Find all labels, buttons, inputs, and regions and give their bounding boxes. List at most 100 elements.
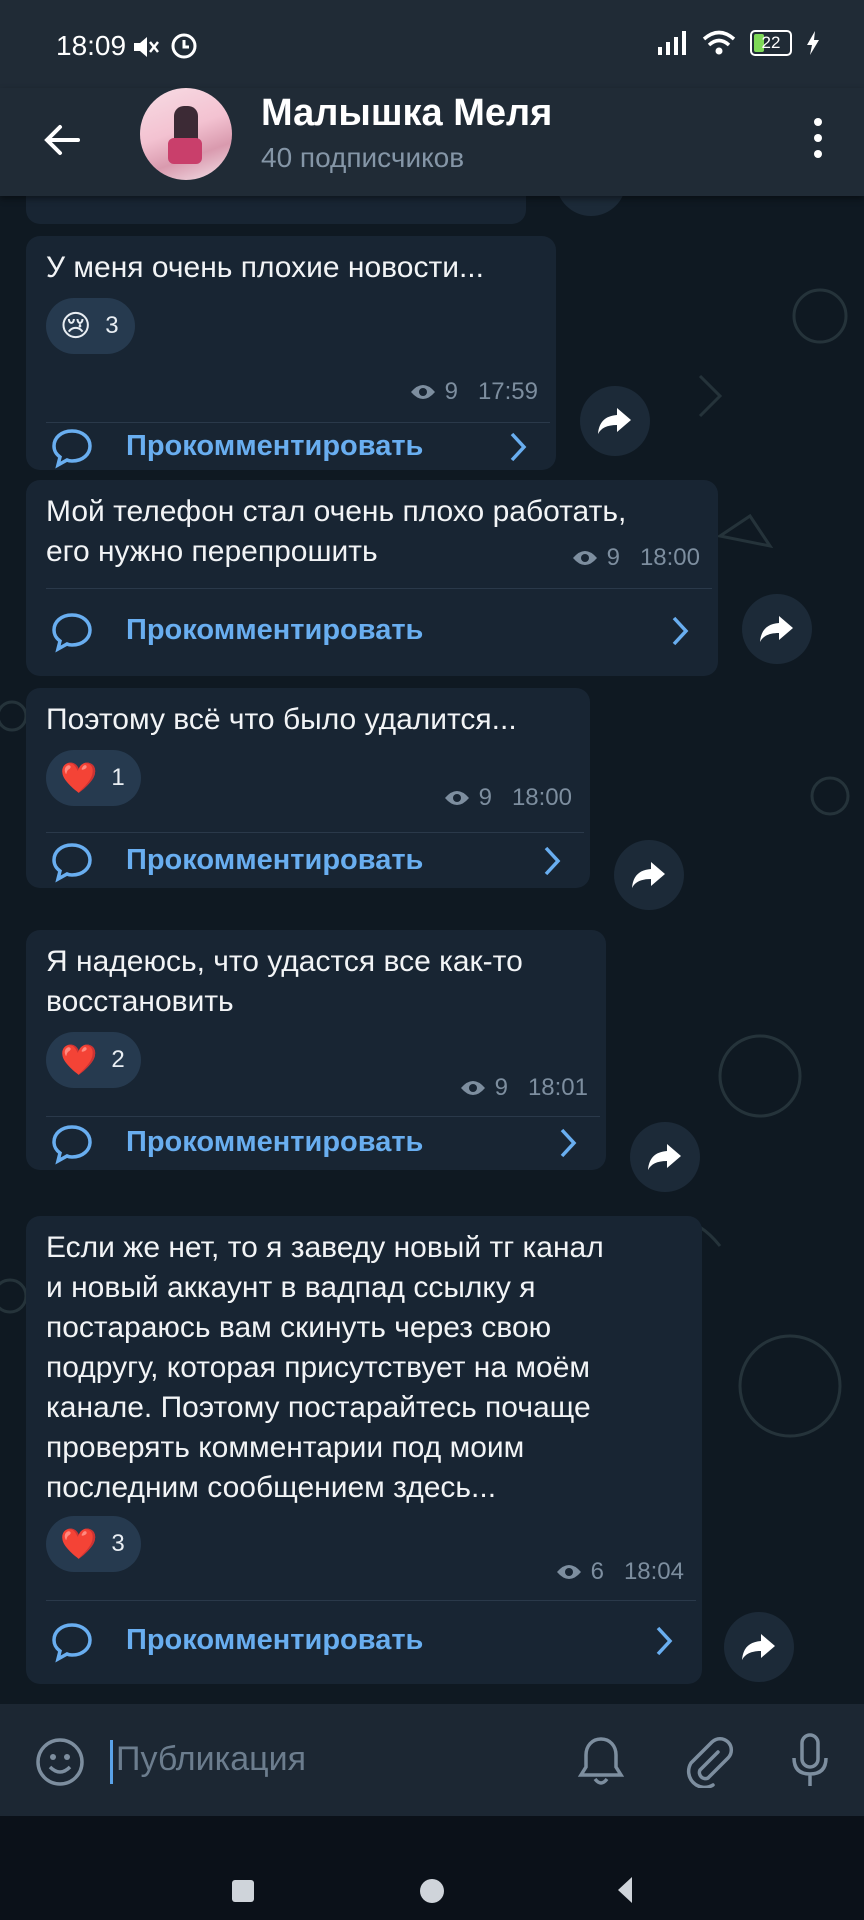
alarm-icon <box>171 33 197 59</box>
comment-button[interactable]: Прокомментировать <box>26 590 718 670</box>
wifi-icon <box>702 30 736 55</box>
channel-post[interactable]: Мой телефон стал очень плохо работать, е… <box>26 480 718 676</box>
comment-button[interactable]: Прокомментировать <box>26 834 590 888</box>
comment-label: Прокомментировать <box>126 614 424 646</box>
divider <box>46 1116 600 1117</box>
chevron-right-icon <box>672 616 689 646</box>
channel-post[interactable]: У меня очень плохие новости... 😢 3 9 17:… <box>26 236 556 470</box>
eye-icon <box>572 551 597 565</box>
channel-post[interactable]: Если же нет, то я заведу новый тг канал … <box>26 1216 702 1684</box>
battery-indicator: 22 <box>750 30 792 56</box>
view-count: 9 <box>606 544 620 571</box>
reaction-count: 2 <box>111 1046 125 1073</box>
reaction-count: 3 <box>111 1530 125 1557</box>
status-time: 18:09 <box>56 30 127 61</box>
post-time: 17:59 <box>477 378 538 405</box>
post-text: У меня очень плохие новости... <box>46 251 484 284</box>
comment-label: Прокомментировать <box>126 1126 424 1158</box>
comment-icon <box>52 429 92 469</box>
comment-icon <box>52 843 92 883</box>
system-nav-bar <box>0 1816 864 1920</box>
reaction-count: 3 <box>105 312 119 339</box>
message-input[interactable]: Публикация <box>110 1732 530 1788</box>
reaction-emoji: 😢 <box>60 309 92 343</box>
post-time: 18:04 <box>623 1558 684 1585</box>
post-text: Я надеюсь, что удастся все как-то восста… <box>46 945 523 1018</box>
bell-icon[interactable] <box>576 1734 626 1788</box>
chevron-right-icon <box>560 1128 577 1158</box>
comment-label: Прокомментировать <box>126 844 424 876</box>
post-meta: 9 18:01 <box>459 1074 588 1102</box>
comment-icon <box>52 1125 92 1165</box>
share-arrow-icon <box>598 408 631 434</box>
microphone-icon[interactable] <box>790 1732 830 1790</box>
share-arrow-icon <box>648 1144 681 1170</box>
chevron-right-icon <box>544 846 561 876</box>
reaction-emoji: ❤️ <box>60 1043 98 1077</box>
channel-post[interactable]: Я надеюсь, что удастся все как-то восста… <box>26 930 606 1170</box>
subscriber-count: 40 подписчиков <box>261 142 465 173</box>
eye-icon <box>444 791 469 805</box>
comment-label: Прокомментировать <box>126 430 424 462</box>
post-meta: 9 17:59 <box>409 378 538 406</box>
post-meta: 6 18:04 <box>555 1558 684 1586</box>
reaction-count: 1 <box>111 764 125 791</box>
share-button[interactable] <box>724 1612 794 1682</box>
share-arrow-icon <box>742 1634 775 1660</box>
comment-label: Прокомментировать <box>126 1624 424 1656</box>
reaction-emoji: ❤️ <box>60 761 98 795</box>
reaction-chip[interactable]: ❤️ 1 <box>46 750 141 806</box>
back-button[interactable] <box>618 1877 632 1903</box>
post-meta: 9 18:00 <box>571 544 700 572</box>
view-count: 9 <box>478 784 492 811</box>
compose-bar: Публикация <box>0 1704 864 1816</box>
reaction-chip[interactable]: 😢 3 <box>46 298 135 354</box>
view-count: 9 <box>444 378 458 405</box>
message-list[interactable]: У меня очень плохие новости... 😢 3 9 17:… <box>0 196 864 1704</box>
share-button[interactable] <box>742 594 812 664</box>
home-button[interactable] <box>420 1879 444 1903</box>
view-count: 9 <box>494 1074 508 1101</box>
reaction-chip[interactable]: ❤️ 3 <box>46 1516 141 1572</box>
reaction-chip[interactable]: ❤️ 2 <box>46 1032 141 1088</box>
post-time: 18:00 <box>639 544 700 571</box>
eye-icon <box>410 385 435 399</box>
share-button[interactable] <box>580 386 650 456</box>
channel-avatar[interactable] <box>140 88 232 180</box>
divider <box>46 832 584 833</box>
status-bar: 18:09 22 <box>0 0 864 96</box>
back-arrow-icon[interactable] <box>36 114 88 166</box>
channel-post[interactable]: Поэтому всё что было удалится... ❤️ 1 9 … <box>26 688 590 888</box>
post-time: 18:00 <box>511 784 572 811</box>
comment-icon <box>52 1623 92 1663</box>
post-meta: 9 18:00 <box>443 784 572 812</box>
share-arrow-icon <box>760 616 793 642</box>
share-button[interactable] <box>630 1122 700 1192</box>
post-text: Если же нет, то я заведу новый тг канал … <box>46 1231 604 1504</box>
mute-icon <box>134 37 159 57</box>
comment-button[interactable]: Прокомментировать <box>26 1118 606 1170</box>
eye-icon <box>460 1081 485 1095</box>
charging-icon <box>807 31 819 55</box>
post-text: Мой телефон стал очень плохо работать, е… <box>46 495 627 568</box>
recents-button[interactable] <box>232 1880 254 1902</box>
divider <box>46 1600 696 1601</box>
share-button[interactable] <box>614 840 684 910</box>
more-vert-icon[interactable] <box>810 116 826 160</box>
comment-button[interactable]: Прокомментировать <box>26 424 556 472</box>
comment-icon <box>52 613 92 653</box>
divider <box>46 422 550 423</box>
chevron-right-icon <box>656 1626 673 1656</box>
share-arrow-icon <box>632 862 665 888</box>
input-placeholder: Публикация <box>116 1740 307 1778</box>
divider <box>46 588 712 589</box>
emoji-icon[interactable] <box>34 1736 86 1788</box>
chat-header: Малышка Меля 40 подписчиков <box>0 88 864 196</box>
eye-icon <box>556 1565 581 1579</box>
previous-message-fragment <box>26 196 526 224</box>
channel-title[interactable]: Малышка Меля <box>261 92 552 135</box>
chevron-right-icon <box>510 432 527 462</box>
signal-icon <box>658 31 686 55</box>
comment-button[interactable]: Прокомментировать <box>26 1602 702 1682</box>
paperclip-icon[interactable] <box>680 1734 734 1788</box>
